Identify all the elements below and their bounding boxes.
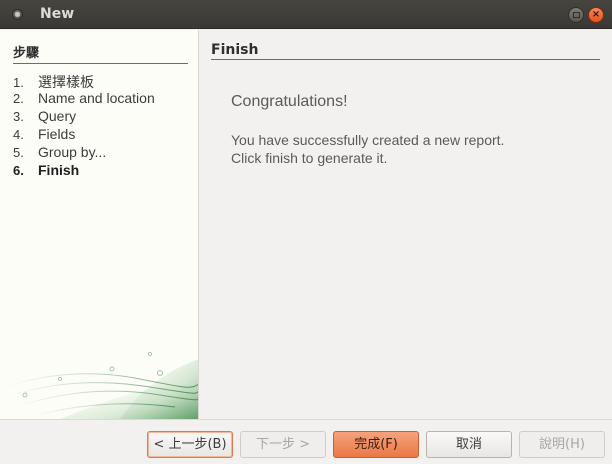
close-icon[interactable]: × <box>588 7 604 23</box>
maximize-icon[interactable] <box>568 7 584 23</box>
cancel-button[interactable]: 取消 <box>426 431 512 458</box>
completion-message: You have successfully created a new repo… <box>231 131 504 167</box>
app-menu-icon[interactable] <box>12 9 23 20</box>
decorative-swirl-graphic <box>0 352 198 419</box>
steps-list: 1. 選擇樣板 2. Name and location 3. Query 4. Fie… <box>13 72 155 180</box>
back-button[interactable]: < 上一步(B) <box>147 431 233 458</box>
content-panel: Finish Congratulations! You have success… <box>200 30 612 419</box>
button-bar: < 上一步(B) 下一步 > 完成(F) 取消 說明(H) <box>0 419 612 464</box>
steps-panel: 步驟 1. 選擇樣板 2. Name and location 3. Query 4.… <box>0 30 199 419</box>
page-title: Finish <box>211 42 600 60</box>
congratulations-heading: Congratulations! <box>231 93 348 110</box>
window-title: New <box>40 6 75 22</box>
help-button[interactable]: 說明(H) <box>519 431 605 458</box>
window-titlebar: New × <box>0 0 612 29</box>
message-line-2: Click finish to generate it. <box>231 150 388 166</box>
step-item: 4. Fields <box>13 126 76 142</box>
step-item: 3. Query <box>13 108 77 124</box>
step-item: 5. Group by... <box>13 144 107 160</box>
next-button[interactable]: 下一步 > <box>240 431 326 458</box>
finish-button[interactable]: 完成(F) <box>333 431 419 458</box>
message-line-1: You have successfully created a new repo… <box>231 132 505 148</box>
step-item: 1. 選擇樣板 <box>13 74 94 90</box>
step-item: 2. Name and location <box>13 90 155 106</box>
steps-title: 步驟 <box>13 42 188 64</box>
step-item-current: 6. Finish <box>13 162 80 178</box>
